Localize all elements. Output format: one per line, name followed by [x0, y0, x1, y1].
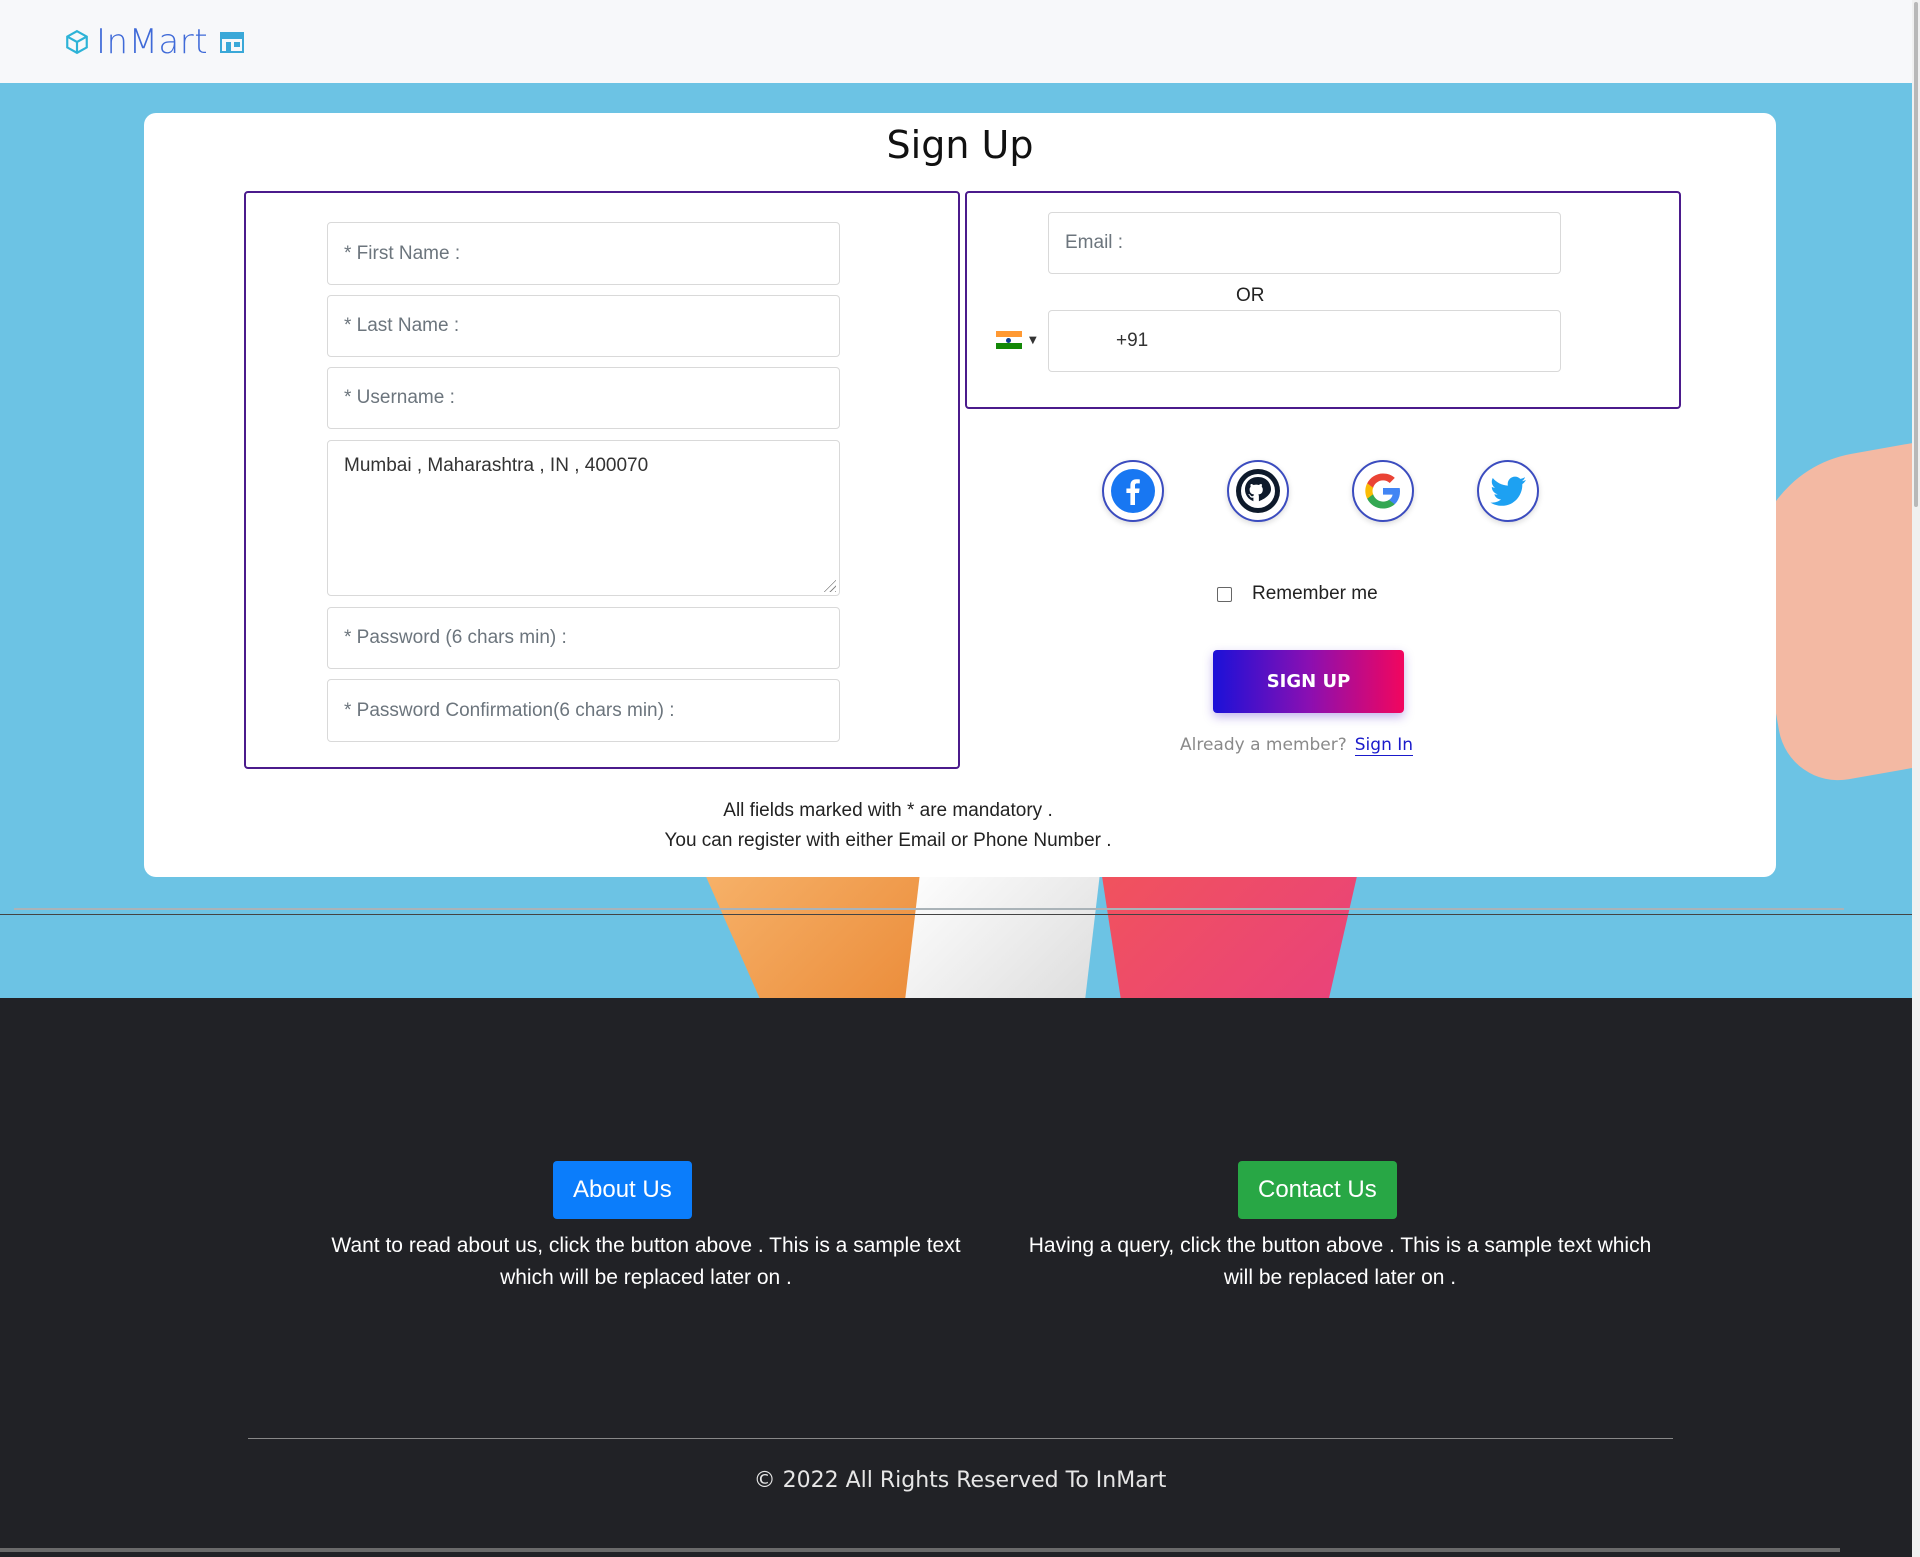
address-value: Mumbai , Maharashtra , IN , 400070	[344, 455, 649, 476]
last-name-field[interactable]: * Last Name :	[327, 295, 840, 357]
facebook-button[interactable]	[1102, 460, 1164, 522]
about-us-text: Want to read about us, click the button …	[331, 1234, 961, 1289]
form-notes: All fields marked with * are mandatory .…	[144, 796, 1776, 856]
scrollbar-thumb[interactable]	[1914, 2, 1918, 507]
footer-bottom-bar	[0, 1548, 1840, 1552]
footer: About Us Want to read about us, click th…	[0, 998, 1920, 1557]
google-icon	[1365, 473, 1400, 509]
username-field[interactable]: * Username :	[327, 367, 840, 429]
github-icon	[1236, 469, 1280, 513]
email-field[interactable]: Email :	[1048, 212, 1561, 274]
remember-me[interactable]: Remember me	[1217, 583, 1378, 605]
about-us-button[interactable]: About Us	[553, 1161, 692, 1219]
top-navbar: InMart	[0, 0, 1920, 83]
contact-us-button[interactable]: Contact Us	[1238, 1161, 1397, 1219]
phone-field[interactable]: +91	[1048, 310, 1561, 372]
first-name-field[interactable]: * First Name :	[327, 222, 840, 285]
remember-label: Remember me	[1252, 583, 1378, 604]
divider	[0, 914, 1920, 915]
decorative-bag	[1100, 863, 1360, 998]
india-flag-icon[interactable]	[996, 331, 1022, 349]
divider	[14, 908, 1844, 910]
hero-background: Sign Up * First Name : * Last Name : * U…	[0, 83, 1920, 998]
password-confirm-field[interactable]: * Password Confirmation(6 chars min) :	[327, 679, 840, 742]
or-label: OR	[1236, 285, 1265, 306]
note-mandatory: All fields marked with * are mandatory .	[723, 800, 1053, 821]
cube-icon	[66, 29, 88, 55]
note-email-or-phone: You can register with either Email or Ph…	[664, 830, 1112, 851]
github-button[interactable]	[1227, 460, 1289, 522]
resize-handle[interactable]	[822, 578, 836, 592]
footer-divider	[248, 1438, 1673, 1439]
google-button[interactable]	[1352, 460, 1414, 522]
chevron-down-icon[interactable]: ▼	[1029, 335, 1037, 346]
store-icon	[220, 32, 245, 53]
signin-link[interactable]: Sign In	[1354, 735, 1414, 756]
twitter-button[interactable]	[1477, 460, 1539, 522]
page-title: Sign Up	[886, 123, 1034, 167]
brand-name: InMart	[96, 22, 209, 62]
brand-logo[interactable]: InMart	[64, 22, 246, 62]
already-member: Already a member? Sign In	[1180, 735, 1414, 756]
member-text: Already a member?	[1180, 735, 1347, 755]
address-textarea[interactable]: Mumbai , Maharashtra , IN , 400070	[327, 440, 840, 596]
contact-us-text: Having a query, click the button above .…	[1028, 1234, 1652, 1289]
signup-button[interactable]: SIGN UP	[1213, 650, 1404, 713]
facebook-icon	[1111, 469, 1155, 513]
decorative-bag	[900, 873, 1100, 998]
password-field[interactable]: * Password (6 chars min) :	[327, 607, 840, 669]
signup-card: Sign Up * First Name : * Last Name : * U…	[144, 113, 1776, 877]
twitter-icon	[1490, 476, 1526, 506]
copyright-text: © 2022 All Rights Reserved To InMart	[753, 1468, 1167, 1493]
remember-checkbox[interactable]	[1217, 586, 1232, 602]
